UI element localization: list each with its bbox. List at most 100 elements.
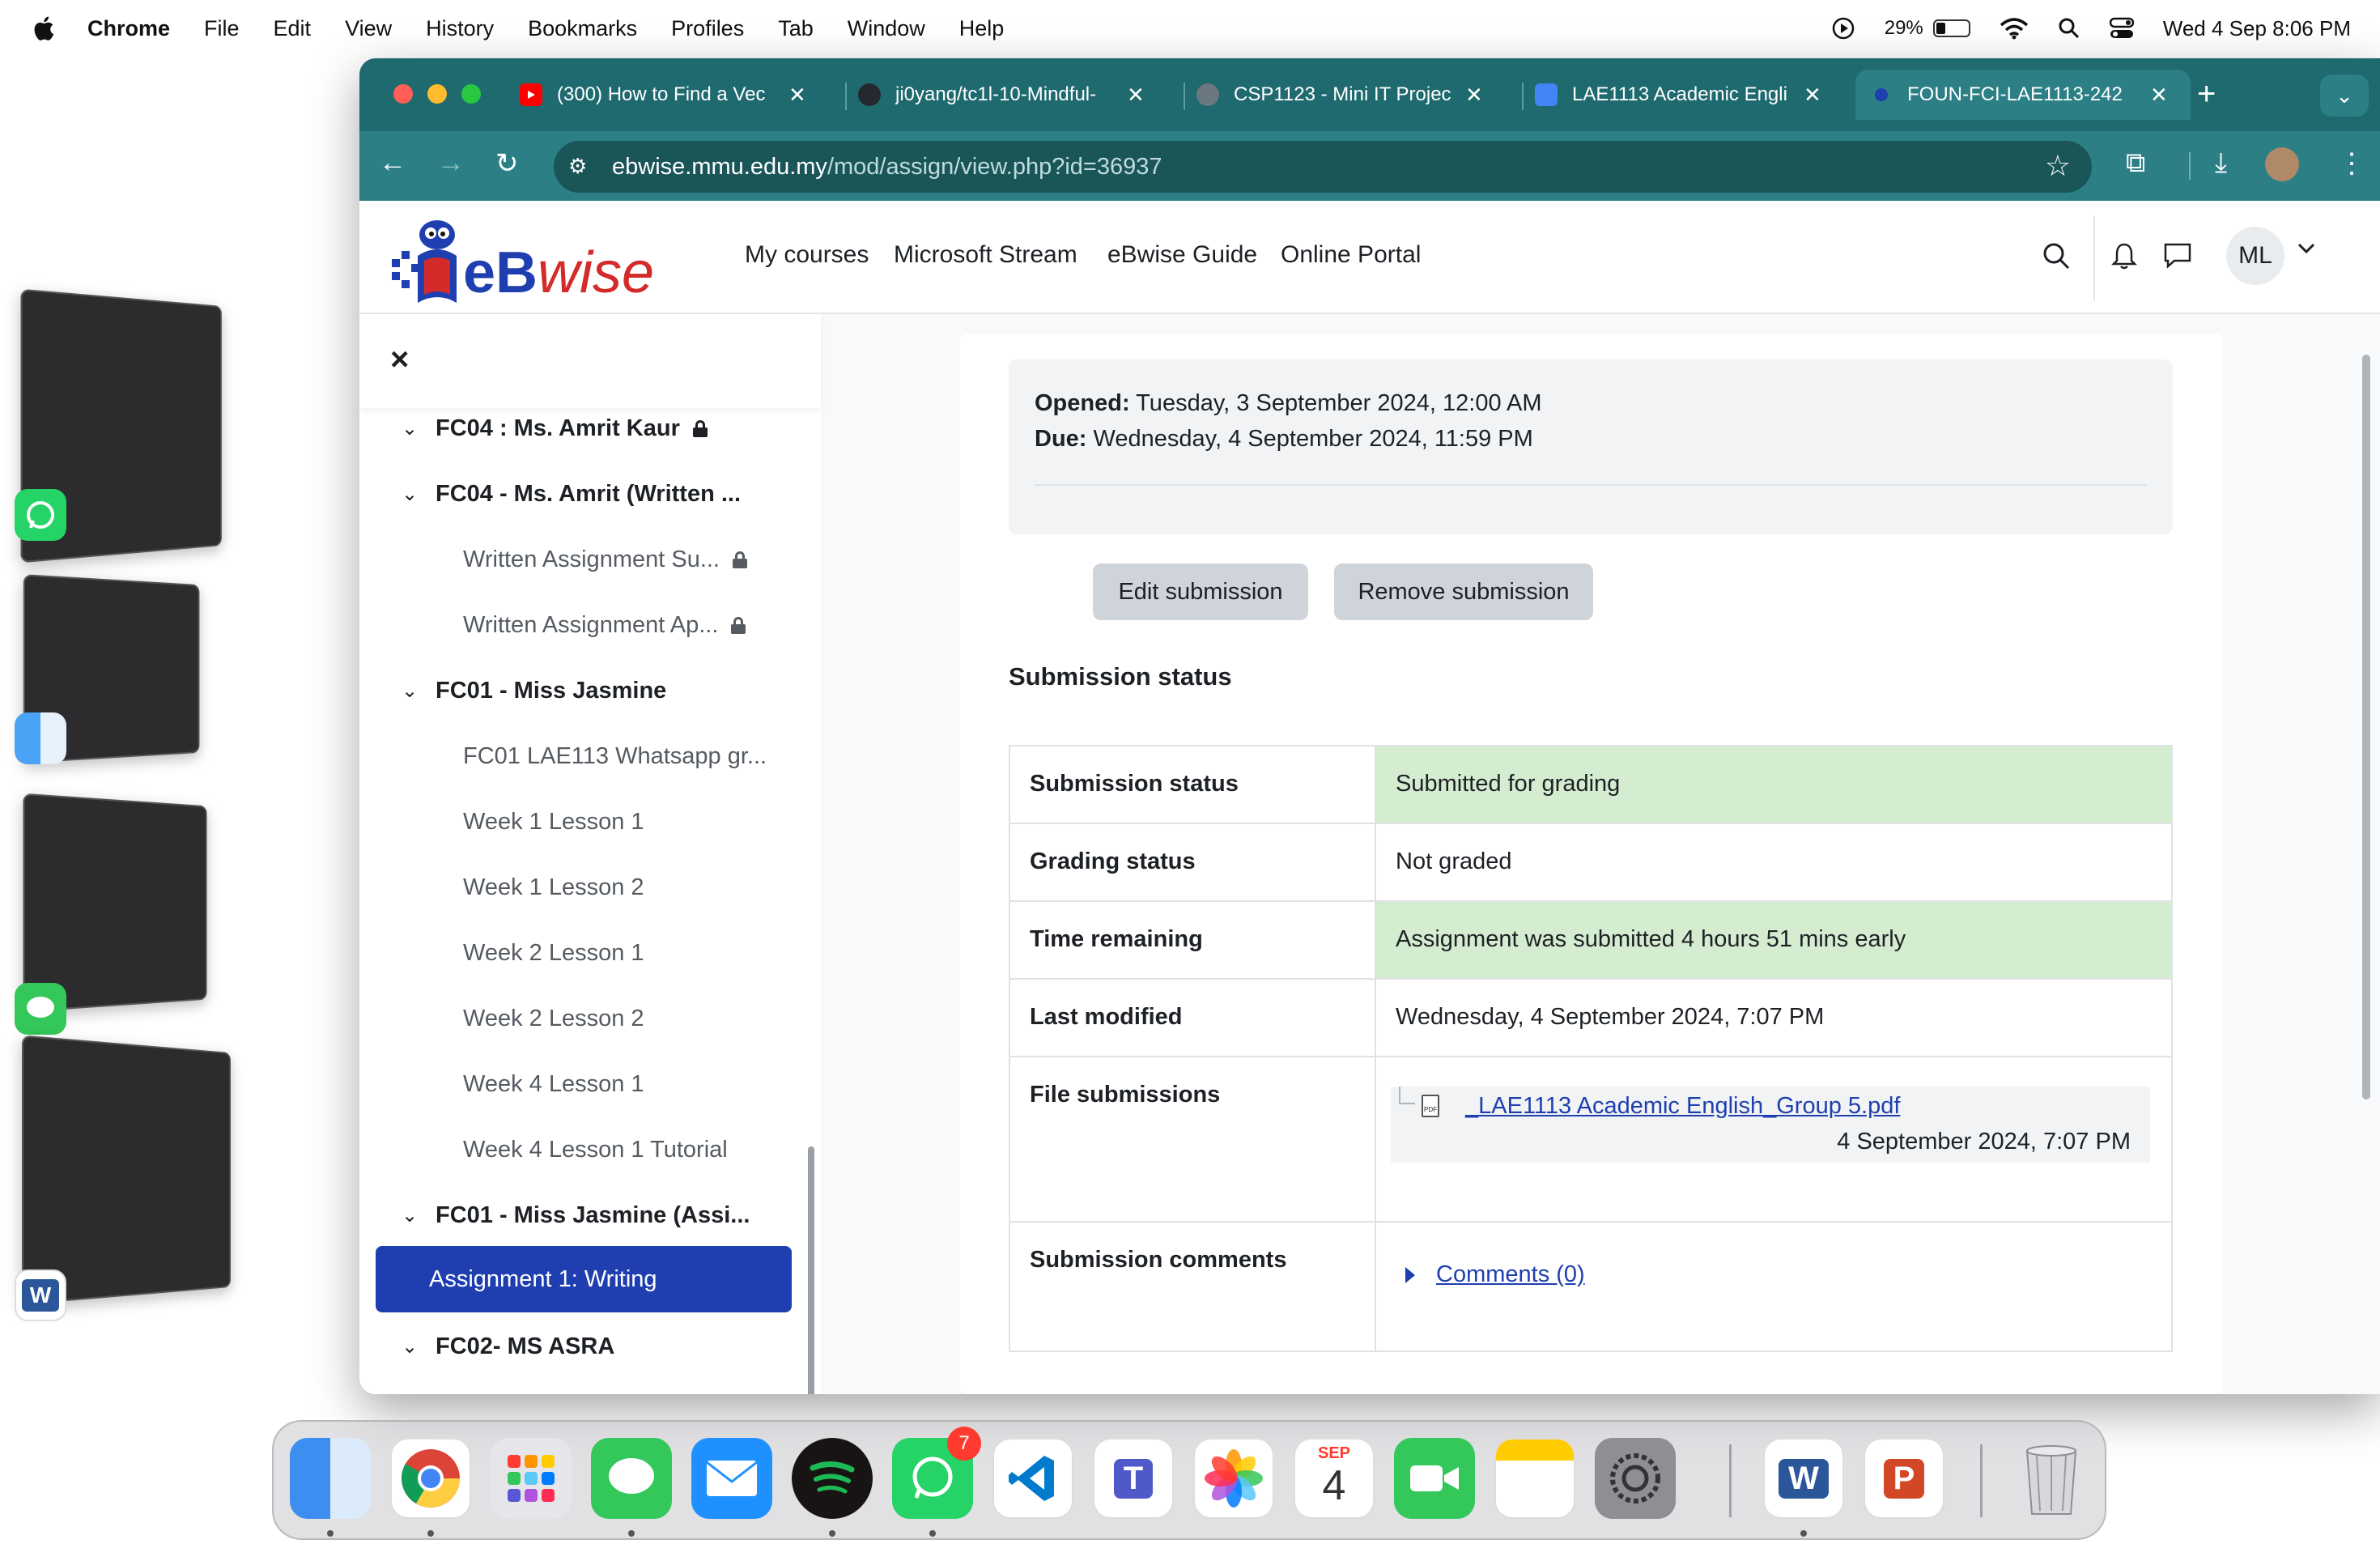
messages-drawer-icon[interactable]	[2163, 241, 2192, 270]
stage-thumb-messages[interactable]	[23, 793, 207, 1013]
dock-notes-icon[interactable]	[1494, 1438, 1575, 1519]
tab-search-chevron-icon[interactable]: ⌄	[2320, 74, 2369, 117]
course-activity-item-active[interactable]: Assignment 1: Writing	[376, 1246, 792, 1312]
chevron-down-icon[interactable]: ⌄	[392, 1204, 427, 1227]
course-activity-item[interactable]: Week 2 Lesson 2	[376, 987, 792, 1050]
dock-word-icon[interactable]: W	[1763, 1438, 1844, 1519]
chevron-down-icon[interactable]	[2297, 243, 2315, 254]
close-tab-icon[interactable]: ✕	[2150, 83, 2168, 108]
close-window-button[interactable]	[393, 84, 413, 104]
close-tab-icon[interactable]: ✕	[1127, 83, 1145, 108]
back-arrow-icon[interactable]: ←	[379, 147, 406, 179]
chevron-down-icon[interactable]: ⌄	[392, 679, 427, 703]
course-activity-item[interactable]: Written Assignment Ap...	[376, 593, 792, 657]
bookmark-star-icon[interactable]: ☆	[2045, 149, 2071, 183]
dock-chrome-icon[interactable]	[390, 1438, 471, 1519]
dock-trash-icon[interactable]	[2011, 1438, 2092, 1519]
more-menu-icon[interactable]: ⋮	[2338, 147, 2365, 180]
dock-finder-icon[interactable]	[290, 1438, 371, 1519]
dock-messages-icon[interactable]	[591, 1438, 672, 1519]
drawer-scrollbar[interactable]	[808, 1146, 814, 1394]
messages-icon[interactable]	[15, 983, 66, 1035]
menu-app-name[interactable]: Chrome	[87, 16, 170, 41]
whatsapp-icon[interactable]	[15, 489, 66, 541]
chevron-down-icon[interactable]: ⌄	[392, 1335, 427, 1359]
page-scrollbar[interactable]	[2362, 355, 2370, 1099]
menu-bookmarks[interactable]: Bookmarks	[528, 16, 637, 41]
course-section-item[interactable]: ⌄ FC01 - Miss Jasmine	[376, 659, 792, 722]
tab-ebwise-active[interactable]: FOUN-FCI-LAE1113-242 ✕	[1855, 70, 2191, 120]
chevron-down-icon[interactable]: ⌄	[392, 417, 427, 440]
dock-teams-icon[interactable]: T	[1093, 1438, 1174, 1519]
minimize-window-button[interactable]	[427, 84, 447, 104]
address-bar[interactable]: ⚙ ebwise.mmu.edu.my/mod/assign/view.php?…	[554, 141, 2092, 193]
reload-icon[interactable]: ↻	[495, 147, 519, 180]
menu-tab[interactable]: Tab	[778, 16, 814, 41]
dock-facetime-icon[interactable]	[1394, 1438, 1475, 1519]
edit-submission-button[interactable]: Edit submission	[1093, 563, 1308, 620]
url-text[interactable]: ebwise.mmu.edu.my/mod/assign/view.php?id…	[612, 154, 1162, 181]
new-tab-button[interactable]: +	[2197, 76, 2216, 113]
tab-csp1123[interactable]: CSP1123 - Mini IT Projec ✕	[1196, 70, 1512, 120]
nav-my-courses[interactable]: My courses	[745, 241, 869, 269]
close-tab-icon[interactable]: ✕	[1804, 83, 1821, 108]
course-activity-item[interactable]: Written Assignment Su...	[376, 528, 792, 591]
zoom-window-button[interactable]	[461, 84, 481, 104]
file-link[interactable]: _LAE1113 Academic English_Group 5.pdf	[1465, 1093, 1900, 1120]
notification-bell-icon[interactable]	[2111, 241, 2137, 270]
dock-launchpad-icon[interactable]	[491, 1438, 572, 1519]
dock-spotify-icon[interactable]	[792, 1438, 873, 1519]
stage-thumb-word[interactable]	[22, 1035, 232, 1305]
menu-window[interactable]: Window	[848, 16, 925, 41]
menu-view[interactable]: View	[345, 16, 392, 41]
course-section-item[interactable]: ⌄ FC02- MS ASRA	[376, 1315, 792, 1378]
ebwise-logo[interactable]: eBwise	[387, 207, 686, 313]
course-section-item[interactable]: ⌄ FC04 - Ms. Amrit (Written ...	[376, 462, 792, 525]
forward-arrow-icon[interactable]: →	[437, 147, 465, 179]
spotlight-search-icon[interactable]	[2058, 17, 2080, 40]
course-activity-item[interactable]: FC01 LAE113 Whatsapp gr...	[376, 725, 792, 788]
close-tab-icon[interactable]: ✕	[1465, 83, 1483, 108]
dock-mail-icon[interactable]	[691, 1438, 772, 1519]
tab-youtube[interactable]: (300) How to Find a Vec ✕	[520, 70, 835, 120]
wifi-icon[interactable]	[2000, 17, 2029, 40]
word-icon[interactable]: W	[15, 1269, 66, 1321]
play-circle-icon[interactable]	[1831, 16, 1855, 40]
dock-vscode-icon[interactable]	[992, 1438, 1073, 1519]
menu-edit[interactable]: Edit	[274, 16, 312, 41]
dock-settings-icon[interactable]	[1595, 1438, 1676, 1519]
comments-toggle[interactable]: Comments (0)	[1396, 1261, 2152, 1288]
search-icon[interactable]	[2042, 241, 2071, 270]
remove-submission-button[interactable]: Remove submission	[1334, 563, 1593, 620]
close-tab-icon[interactable]: ✕	[788, 83, 806, 108]
menu-help[interactable]: Help	[959, 16, 1005, 41]
extensions-icon[interactable]: ⧉	[2126, 147, 2145, 179]
tab-docs[interactable]: LAE1113 Academic Engli ✕	[1535, 70, 1851, 120]
user-menu-avatar[interactable]: ML	[2226, 227, 2284, 285]
course-activity-item[interactable]: Week 4 Lesson 1	[376, 1053, 792, 1116]
course-activity-item[interactable]: Week 1 Lesson 1	[376, 790, 792, 853]
chevron-down-icon[interactable]: ⌄	[392, 483, 427, 506]
menu-history[interactable]: History	[426, 16, 494, 41]
menubar-clock[interactable]: Wed 4 Sep 8:06 PM	[2163, 16, 2351, 41]
profile-avatar[interactable]	[2265, 147, 2299, 181]
control-center-icon[interactable]	[2109, 17, 2134, 40]
menu-file[interactable]: File	[204, 16, 240, 41]
course-activity-item[interactable]: Week 4 Lesson 1 Tutorial	[376, 1118, 792, 1181]
battery-indicator[interactable]: 29%	[1885, 17, 1970, 40]
dock-photos-icon[interactable]	[1193, 1438, 1274, 1519]
download-icon[interactable]: ⤓	[2215, 147, 2227, 179]
site-settings-icon[interactable]: ⚙	[568, 154, 594, 180]
course-activity-item[interactable]: Week 2 Lesson 1	[376, 921, 792, 985]
course-section-item[interactable]: ⌄ FC01 - Miss Jasmine (Assi...	[376, 1184, 792, 1247]
dock-whatsapp-icon[interactable]: 7	[892, 1427, 981, 1519]
tab-github[interactable]: ji0yang/tc1l-10-Mindful- ✕	[858, 70, 1174, 120]
menu-profiles[interactable]: Profiles	[671, 16, 744, 41]
nav-ebwise-guide[interactable]: eBwise Guide	[1107, 241, 1257, 269]
nav-online-portal[interactable]: Online Portal	[1281, 241, 1421, 269]
close-drawer-icon[interactable]: ×	[390, 342, 409, 378]
dock-powerpoint-icon[interactable]: P	[1864, 1438, 1944, 1519]
course-activity-item[interactable]: Week 1 Lesson 2	[376, 856, 792, 919]
comments-link[interactable]: Comments (0)	[1436, 1261, 1585, 1288]
apple-icon[interactable]	[31, 15, 55, 42]
